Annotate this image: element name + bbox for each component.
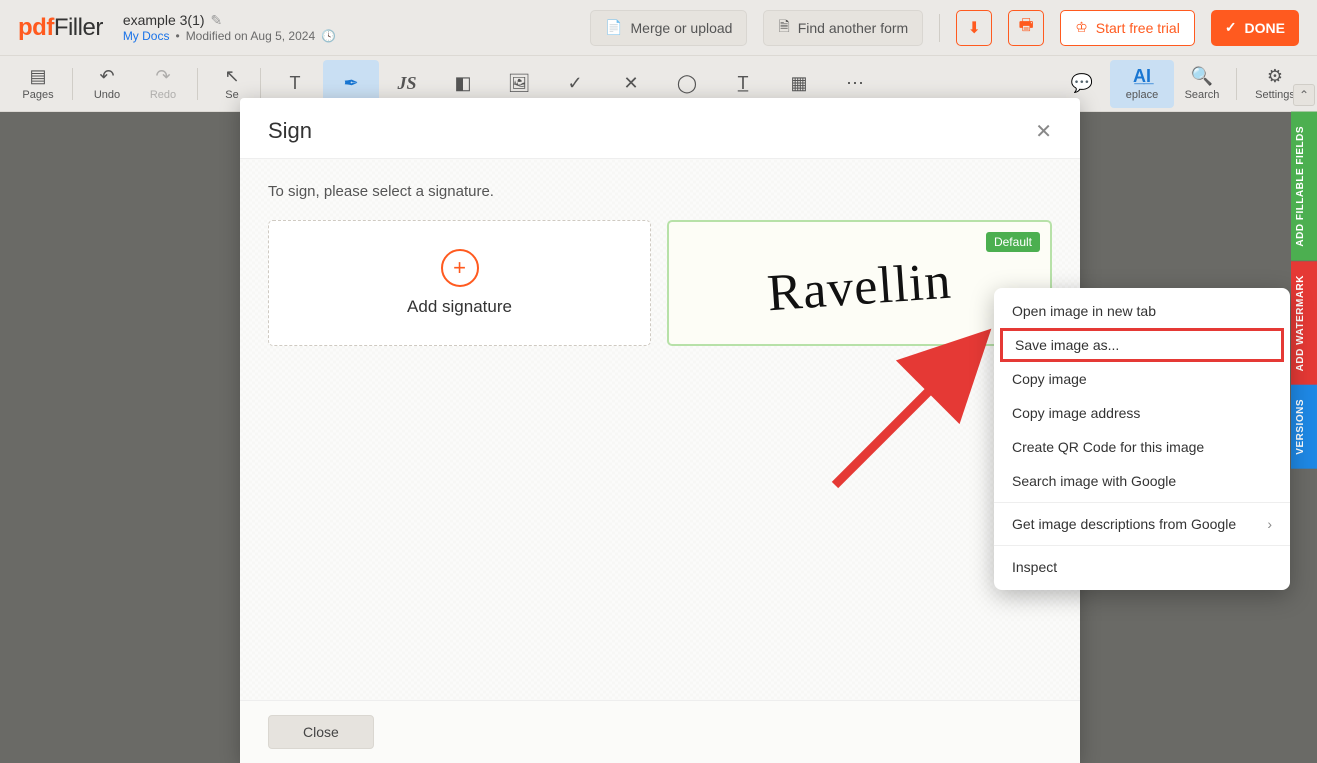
ctx-save-image-as[interactable]: Save image as... bbox=[1000, 328, 1284, 362]
find-label: Find another form bbox=[798, 20, 909, 36]
ctx-open-new-tab[interactable]: Open image in new tab bbox=[994, 294, 1290, 328]
logo-thin: Filler bbox=[54, 14, 103, 41]
tool-redo[interactable]: ↷ Redo bbox=[135, 60, 191, 108]
tool-select-label: Se bbox=[225, 89, 238, 101]
download-button[interactable]: ⬇ bbox=[956, 10, 992, 46]
tool-settings-label: Settings bbox=[1255, 89, 1295, 101]
print-button[interactable]: 🖶 bbox=[1008, 10, 1044, 46]
toolbar-expand[interactable]: ⌃ bbox=[1293, 84, 1315, 106]
cross-icon: ✕ bbox=[623, 74, 638, 94]
logo-bold: pdf bbox=[18, 14, 54, 41]
trial-label: Start free trial bbox=[1096, 20, 1180, 36]
initials-icon: JS bbox=[397, 74, 416, 94]
done-button[interactable]: ✓ DONE bbox=[1211, 10, 1299, 46]
side-tab-fillable[interactable]: ADD FILLABLE FIELDS bbox=[1291, 112, 1317, 261]
crown-icon: ♔ bbox=[1075, 19, 1088, 36]
done-label: DONE bbox=[1245, 20, 1285, 36]
ctx-image-descriptions[interactable]: Get image descriptions from Google bbox=[994, 507, 1290, 541]
add-signature-card[interactable]: + Add signature bbox=[268, 220, 651, 346]
add-signature-label: Add signature bbox=[407, 297, 512, 317]
tool-pages-label: Pages bbox=[22, 89, 53, 101]
close-icon: ✕ bbox=[1035, 121, 1052, 143]
redo-icon: ↷ bbox=[155, 67, 170, 87]
ctx-inspect[interactable]: Inspect bbox=[994, 550, 1290, 584]
undo-icon: ↶ bbox=[99, 67, 114, 87]
app-header: pdfFiller example 3(1) ✎ My Docs • Modif… bbox=[0, 0, 1317, 56]
side-tab-versions[interactable]: VERSIONS bbox=[1291, 385, 1317, 469]
chevron-up-icon: ⌃ bbox=[1299, 88, 1309, 102]
ctx-separator bbox=[994, 545, 1290, 546]
ctx-copy-address[interactable]: Copy image address bbox=[994, 396, 1290, 430]
find-form-button[interactable]: 🗎 Find another form bbox=[763, 10, 923, 46]
signature-image: Ravellin bbox=[766, 251, 954, 323]
merge-icon: 📄 bbox=[605, 19, 622, 36]
textbox-icon: T̲ bbox=[738, 74, 749, 94]
modal-footer: Close bbox=[240, 700, 1080, 763]
side-panel: ADD FILLABLE FIELDS ADD WATERMARK VERSIO… bbox=[1291, 112, 1317, 763]
plus-icon: + bbox=[441, 249, 479, 287]
quill-icon: ✒ bbox=[343, 74, 358, 94]
close-button[interactable]: Close bbox=[268, 715, 374, 749]
default-badge: Default bbox=[986, 232, 1040, 252]
ctx-search-google[interactable]: Search image with Google bbox=[994, 464, 1290, 498]
tool-undo-label: Undo bbox=[94, 89, 120, 101]
modal-body: To sign, please select a signature. + Ad… bbox=[240, 159, 1080, 700]
sign-prompt: To sign, please select a signature. bbox=[268, 183, 1052, 200]
start-trial-button[interactable]: ♔ Start free trial bbox=[1060, 10, 1195, 46]
modal-header: Sign ✕ bbox=[240, 98, 1080, 159]
edit-title-icon[interactable]: ✎ bbox=[211, 12, 223, 29]
context-menu: Open image in new tab Save image as... C… bbox=[994, 288, 1290, 590]
tool-pages[interactable]: ▤ Pages bbox=[10, 60, 66, 108]
print-icon: 🖶 bbox=[1019, 14, 1034, 41]
tool-undo[interactable]: ↶ Undo bbox=[79, 60, 135, 108]
tool-replace[interactable]: A̲I̲ eplace bbox=[1110, 60, 1174, 108]
find-icon: 🗎 bbox=[778, 16, 789, 40]
ctx-separator bbox=[994, 502, 1290, 503]
ctx-qr-code[interactable]: Create QR Code for this image bbox=[994, 430, 1290, 464]
tool-redo-label: Redo bbox=[150, 89, 176, 101]
date-icon: ▦ bbox=[790, 74, 807, 94]
cursor-icon: ↖ bbox=[224, 67, 239, 87]
pages-icon: ▤ bbox=[29, 67, 46, 87]
search-icon: 🔍 bbox=[1191, 67, 1213, 87]
download-icon: ⬇ bbox=[968, 18, 981, 38]
replace-icon: A̲I̲ bbox=[1133, 67, 1151, 87]
my-docs-link[interactable]: My Docs bbox=[123, 29, 170, 43]
doc-title-text[interactable]: example 3(1) bbox=[123, 12, 205, 29]
side-tab-watermark[interactable]: ADD WATERMARK bbox=[1291, 261, 1317, 385]
merge-upload-button[interactable]: 📄 Merge or upload bbox=[590, 10, 747, 46]
dot: • bbox=[175, 29, 179, 43]
comment-icon: 💬 bbox=[1071, 74, 1093, 94]
tool-search-label: Search bbox=[1185, 89, 1220, 101]
modified-text: Modified on Aug 5, 2024 bbox=[186, 29, 315, 43]
tool-search[interactable]: 🔍 Search bbox=[1174, 60, 1230, 108]
image-icon: 🖼 bbox=[508, 74, 531, 94]
more-icon: ⋯ bbox=[846, 74, 864, 94]
merge-label: Merge or upload bbox=[631, 20, 733, 36]
tool-replace-label: eplace bbox=[1126, 89, 1158, 101]
app-logo[interactable]: pdfFiller bbox=[18, 14, 103, 42]
eraser-icon: ◧ bbox=[454, 74, 471, 94]
sign-modal: Sign ✕ To sign, please select a signatur… bbox=[240, 98, 1080, 763]
signature-row: + Add signature Default Ravellin ✎ bbox=[268, 220, 1052, 346]
check-icon: ✓ bbox=[567, 74, 582, 94]
text-icon: T bbox=[290, 74, 301, 94]
clock-icon: 🕓 bbox=[321, 29, 336, 43]
gear-icon: ⚙ bbox=[1267, 67, 1283, 87]
ctx-copy-image[interactable]: Copy image bbox=[994, 362, 1290, 396]
modal-title: Sign bbox=[268, 118, 312, 144]
doc-info: example 3(1) ✎ My Docs • Modified on Aug… bbox=[123, 12, 336, 43]
check-icon: ✓ bbox=[1225, 19, 1237, 36]
circle-icon: ◯ bbox=[677, 74, 697, 94]
modal-close-x[interactable]: ✕ bbox=[1035, 119, 1052, 144]
